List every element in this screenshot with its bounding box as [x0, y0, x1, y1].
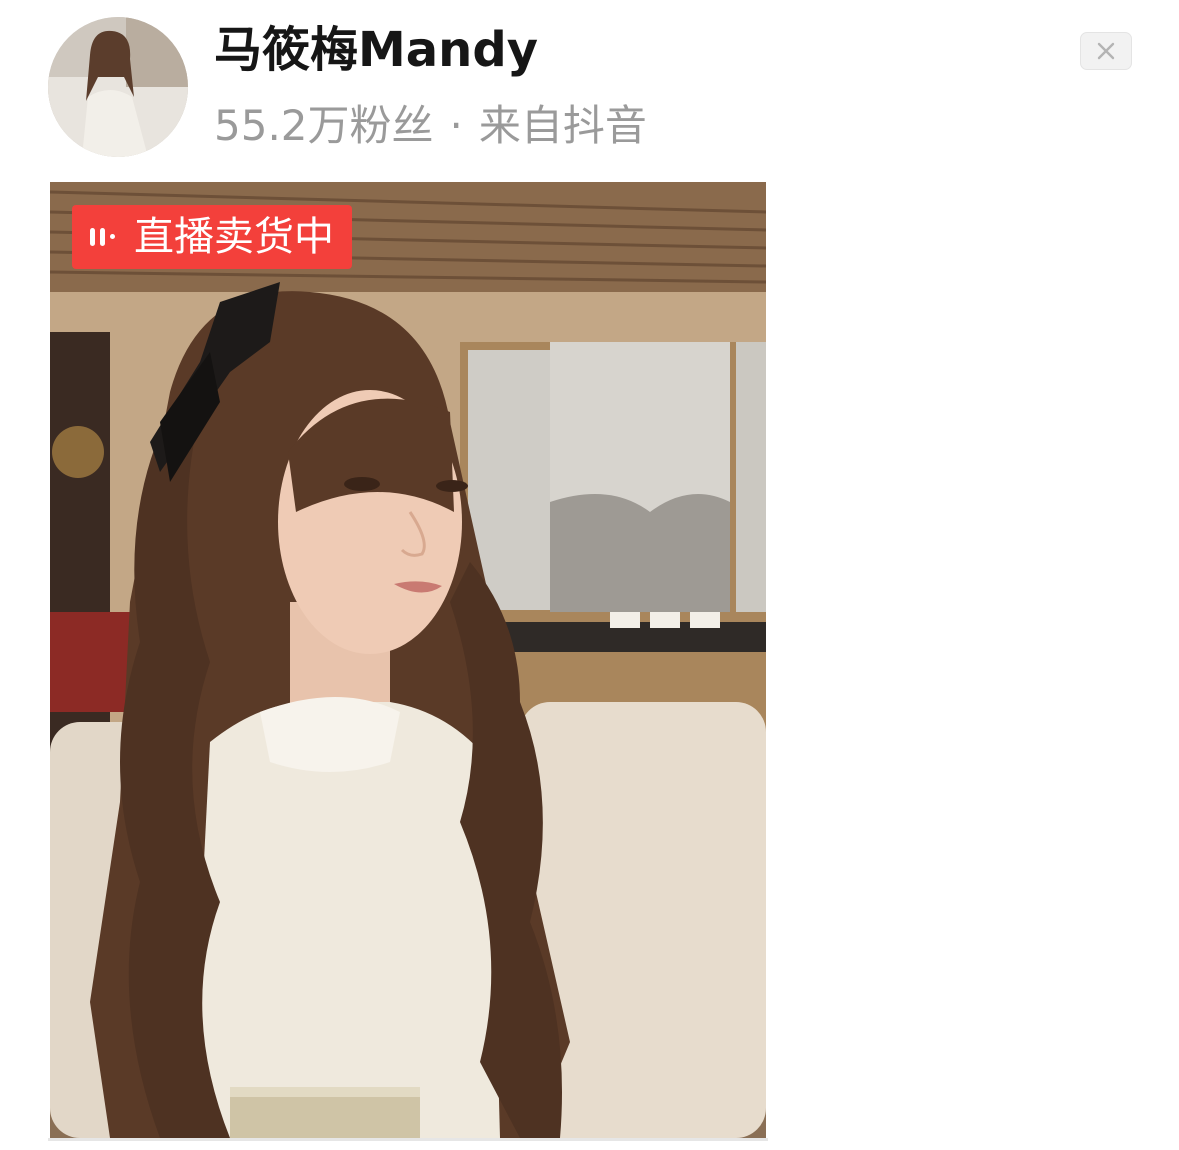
divider	[48, 1138, 768, 1141]
avatar-image	[48, 17, 188, 157]
meta-separator: ·	[449, 101, 463, 150]
source-label: 来自抖音	[478, 101, 647, 150]
avatar[interactable]	[48, 17, 188, 157]
live-wave-icon	[90, 228, 115, 246]
author-meta: 55.2万粉丝 · 来自抖音	[214, 98, 647, 154]
close-button[interactable]	[1080, 32, 1132, 70]
follower-count: 55.2万粉丝	[214, 101, 434, 150]
live-video-thumbnail[interactable]	[50, 182, 766, 1138]
live-badge-label: 直播卖货中	[134, 214, 334, 260]
video-frame	[50, 182, 766, 1138]
live-selling-badge[interactable]: 直播卖货中	[72, 205, 352, 269]
author-name[interactable]: 马筱梅Mandy	[214, 20, 538, 80]
close-icon	[1097, 42, 1115, 60]
author-header: 马筱梅Mandy 55.2万粉丝 · 来自抖音	[0, 0, 1179, 175]
